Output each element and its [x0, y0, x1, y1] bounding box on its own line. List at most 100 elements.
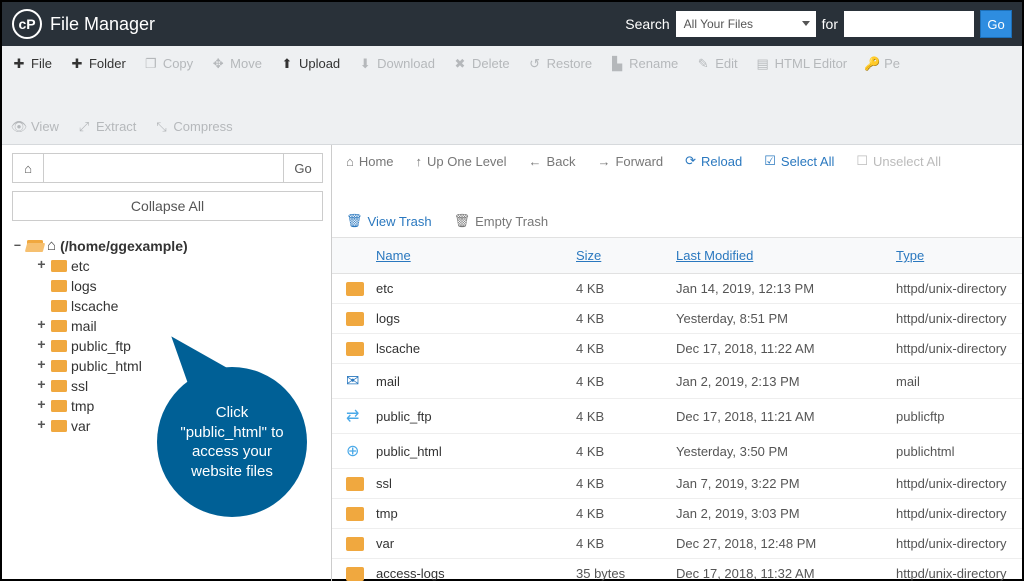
tree-expand-icon[interactable]: +: [36, 378, 47, 394]
cell-type: httpd/unix-directory: [896, 536, 1008, 551]
table-row[interactable]: tmp4 KBJan 2, 2019, 3:03 PMhttpd/unix-di…: [332, 499, 1022, 529]
path-home-button[interactable]: ⌂: [12, 153, 44, 183]
html-editor-icon: ▤: [756, 57, 770, 71]
tree-node-public_ftp[interactable]: +public_ftp: [36, 336, 323, 356]
restore-button[interactable]: ↺Restore: [528, 50, 593, 77]
tree-node-tmp[interactable]: +tmp: [36, 396, 323, 416]
download-button[interactable]: ⬇Download: [358, 50, 435, 77]
table-row[interactable]: access-logs35 bytesDec 17, 2018, 11:32 A…: [332, 559, 1022, 581]
tree-expand-icon[interactable]: +: [36, 398, 47, 414]
copy-button[interactable]: ❐Copy: [144, 50, 193, 77]
col-lastmodified-header[interactable]: Last Modified: [676, 248, 896, 263]
extract-button[interactable]: ⤢Extract: [77, 113, 136, 140]
tree-node-label: mail: [71, 318, 97, 334]
left-arrow-icon: ←: [529, 154, 542, 169]
new-file-button[interactable]: ✚File: [12, 50, 52, 77]
ct-emptytrash-button[interactable]: 🗑Empty Trash: [454, 213, 548, 229]
cell-type: publicftp: [896, 409, 1008, 424]
caret-down-icon: [802, 21, 810, 26]
cell-size: 4 KB: [576, 506, 676, 521]
delete-button[interactable]: ✖Delete: [453, 50, 510, 77]
ct-back-button[interactable]: ←Back: [529, 154, 576, 169]
folder-icon: [346, 312, 364, 326]
cell-name: public_ftp: [376, 409, 576, 424]
tree-expand-icon[interactable]: +: [36, 338, 47, 354]
col-name-header[interactable]: Name: [376, 248, 576, 263]
view-button[interactable]: 👁View: [12, 113, 59, 140]
col-size-header[interactable]: Size: [576, 248, 676, 263]
new-folder-button[interactable]: ✚Folder: [70, 50, 126, 77]
ct-forward-button[interactable]: →Forward: [597, 154, 663, 169]
compress-button[interactable]: ⤡Compress: [154, 113, 232, 140]
tree-node-label: lscache: [71, 298, 118, 314]
root-path-label: (/home/ggexample): [60, 238, 188, 254]
table-row[interactable]: logs4 KBYesterday, 8:51 PMhttpd/unix-dir…: [332, 304, 1022, 334]
col-type-header[interactable]: Type: [896, 248, 1008, 263]
table-row[interactable]: etc4 KBJan 14, 2019, 12:13 PMhttpd/unix-…: [332, 274, 1022, 304]
ct-unselectall-button[interactable]: ☐Unselect All: [856, 153, 941, 169]
tree-expand-icon[interactable]: +: [36, 358, 47, 374]
tree-node-public_html[interactable]: +public_html: [36, 356, 323, 376]
folder-icon: [51, 400, 67, 412]
reload-icon: ⟳: [685, 153, 696, 169]
main-toolbar: ✚File ✚Folder ❐Copy ✥Move ⬆Upload ⬇Downl…: [2, 46, 1022, 145]
move-button[interactable]: ✥Move: [211, 50, 262, 77]
rename-button[interactable]: ▙Rename: [610, 50, 678, 77]
upload-icon: ⬆: [280, 57, 294, 71]
folder-icon: [346, 342, 364, 356]
uncheck-icon: ☐: [856, 153, 868, 169]
cell-lastmodified: Jan 2, 2019, 3:03 PM: [676, 506, 896, 521]
cell-name: etc: [376, 281, 576, 296]
home-icon: ⌂: [47, 237, 56, 254]
table-row[interactable]: ✉mail4 KBJan 2, 2019, 2:13 PMmail: [332, 364, 1022, 399]
ct-home-button[interactable]: ⌂Home: [346, 154, 394, 169]
path-go-button[interactable]: Go: [283, 153, 323, 183]
tree-node-ssl[interactable]: +ssl: [36, 376, 323, 396]
table-row[interactable]: ssl4 KBJan 7, 2019, 3:22 PMhttpd/unix-di…: [332, 469, 1022, 499]
upload-button[interactable]: ⬆Upload: [280, 50, 340, 77]
sidebar: ⌂ Go Collapse All – ⌂ (/home/ggexample) …: [2, 145, 332, 581]
cell-lastmodified: Jan 2, 2019, 2:13 PM: [676, 374, 896, 389]
cell-lastmodified: Dec 17, 2018, 11:32 AM: [676, 566, 896, 581]
restore-icon: ↺: [528, 57, 542, 71]
tree-node-lscache[interactable]: lscache: [36, 296, 323, 316]
tree-expand-icon[interactable]: +: [36, 318, 47, 334]
collapse-all-button[interactable]: Collapse All: [12, 191, 323, 221]
tree-node-etc[interactable]: +etc: [36, 256, 323, 276]
tree-node-var[interactable]: +var: [36, 416, 323, 436]
tree-collapse-icon[interactable]: –: [12, 238, 23, 254]
trash-icon: 🗑: [346, 213, 363, 229]
app-logo: cP File Manager: [12, 9, 155, 39]
up-arrow-icon: ↑: [416, 154, 423, 169]
cell-name: logs: [376, 311, 576, 326]
table-row[interactable]: var4 KBDec 27, 2018, 12:48 PMhttpd/unix-…: [332, 529, 1022, 559]
tree-expand-icon[interactable]: +: [36, 258, 47, 274]
tree-expand-icon[interactable]: +: [36, 418, 47, 434]
plus-icon: ✚: [70, 57, 84, 71]
edit-button[interactable]: ✎Edit: [696, 50, 737, 77]
folder-icon: [51, 380, 67, 392]
table-row[interactable]: lscache4 KBDec 17, 2018, 11:22 AMhttpd/u…: [332, 334, 1022, 364]
tree-node-mail[interactable]: + mail: [36, 316, 323, 336]
search-go-button[interactable]: Go: [980, 10, 1012, 38]
plus-icon: ✚: [12, 57, 26, 71]
tree-root[interactable]: – ⌂ (/home/ggexample): [12, 235, 323, 256]
html-editor-button[interactable]: ▤HTML Editor: [756, 50, 847, 77]
search-scope-select[interactable]: All Your Files: [676, 11, 816, 37]
home-icon: ⌂: [24, 161, 32, 176]
tree-node-logs[interactable]: logs: [36, 276, 323, 296]
cell-size: 4 KB: [576, 409, 676, 424]
path-input[interactable]: [44, 153, 283, 183]
search-input[interactable]: [844, 11, 974, 37]
compress-icon: ⤡: [154, 120, 168, 134]
table-row[interactable]: ⇄ public_ftp4 KBDec 17, 2018, 11:21 AMpub…: [332, 399, 1022, 434]
cell-lastmodified: Dec 17, 2018, 11:21 AM: [676, 409, 896, 424]
ftp-icon: ⇄: [346, 406, 359, 426]
permissions-button[interactable]: 🔑Pe: [865, 50, 900, 77]
folder-icon: [51, 260, 67, 272]
ct-selectall-button[interactable]: ☑Select All: [764, 153, 834, 169]
ct-up-button[interactable]: ↑Up One Level: [416, 154, 507, 169]
table-row[interactable]: ⊕public_html4 KBYesterday, 3:50 PMpublic…: [332, 434, 1022, 469]
ct-viewtrash-button[interactable]: 🗑View Trash: [346, 213, 432, 229]
ct-reload-button[interactable]: ⟳Reload: [685, 153, 742, 169]
